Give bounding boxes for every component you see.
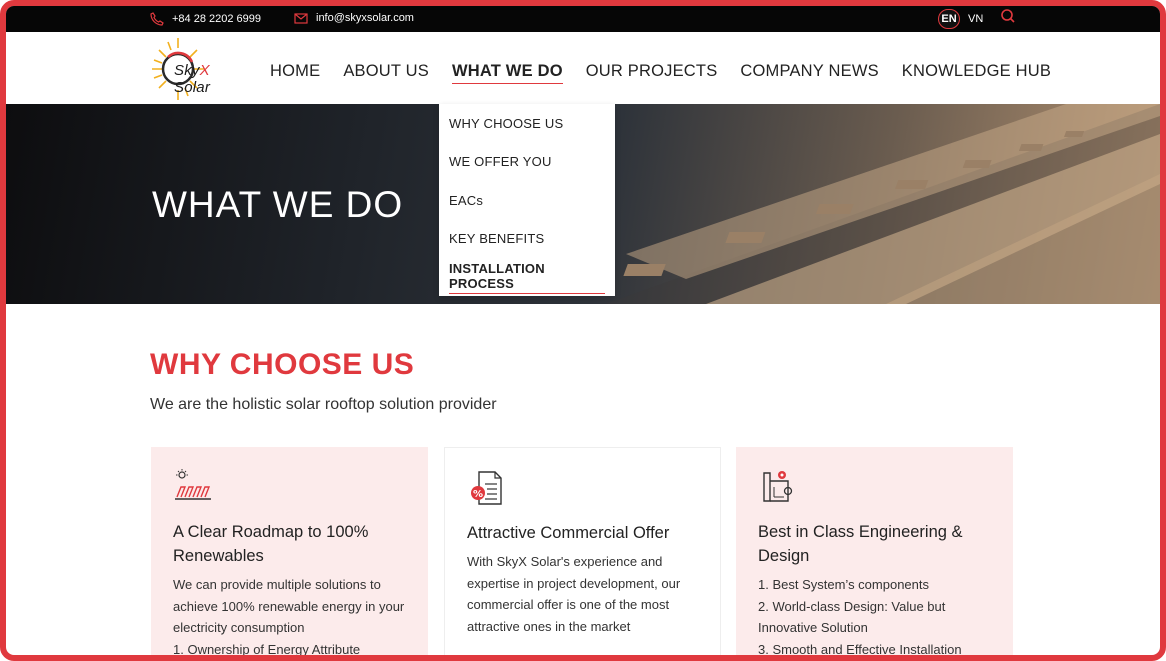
search-icon [1001,9,1015,23]
svg-text:%: % [473,489,483,500]
feature-card: A Clear Roadmap to 100% Renewables We ca… [151,447,428,658]
nav-item-about-us[interactable]: ABOUT US [343,62,429,84]
page-frame: +84 28 2202 6999 info@skyxsolar.com EN V… [0,0,1166,661]
phone-contact[interactable]: +84 28 2202 6999 [150,12,261,26]
section-title: WHY CHOOSE US [150,348,415,381]
card-title: Attractive Commercial Offer [467,524,670,542]
phone-icon [150,12,164,26]
lang-en-button[interactable]: EN [938,9,960,29]
card-body: 1. Best System’s components [758,577,930,592]
section-subtitle: We are the holistic solar rooftop soluti… [150,396,497,413]
dropdown-item-key-benefits[interactable]: KEY BENEFITS [449,220,605,259]
top-bar: +84 28 2202 6999 info@skyxsolar.com EN V… [6,6,1160,32]
main-nav: HOME ABOUT US WHAT WE DO OUR PROJECTS CO… [270,62,1051,84]
card-body-line: 3. Smooth and Effective Installation [758,642,962,658]
site-header: SkyX Solar HOME ABOUT US WHAT WE DO OUR … [6,32,1160,104]
lang-vn-button[interactable]: VN [968,13,983,25]
nav-item-home[interactable]: HOME [270,62,320,84]
nav-item-our-projects[interactable]: OUR PROJECTS [586,62,718,84]
card-title: Best in Class Engineering & Design [758,523,963,565]
card-body-line: 1. Ownership of Energy Attribute [173,642,361,658]
card-title: A Clear Roadmap to 100% Renewables [173,523,369,565]
card-body: With SkyX Solar's experience and experti… [467,554,681,635]
logo[interactable]: SkyX Solar [148,34,248,104]
solar-roadmap-icon [175,469,211,500]
what-we-do-dropdown: WHY CHOOSE US WE OFFER YOU EACs KEY BENE… [439,104,615,296]
card-body: We can provide multiple solutions to ach… [173,577,405,636]
email-address[interactable]: info@skyxsolar.com [316,12,414,24]
commercial-offer-icon: % [471,471,502,505]
language-switcher: EN VN [938,9,983,29]
mail-icon [294,13,308,24]
feature-card: Best in Class Engineering & Design 1. Be… [736,447,1013,658]
email-contact[interactable]: info@skyxsolar.com [294,12,414,24]
phone-number[interactable]: +84 28 2202 6999 [172,13,261,25]
feature-card: % Attractive Commercial Offer With SkyX … [444,447,721,655]
hero-title: WHAT WE DO [152,184,404,225]
dropdown-item-we-offer-you[interactable]: WE OFFER YOU [449,143,605,182]
nav-item-company-news[interactable]: COMPANY NEWS [740,62,878,84]
nav-item-what-we-do[interactable]: WHAT WE DO [451,62,563,84]
dropdown-item-why-choose-us[interactable]: WHY CHOOSE US [449,104,605,143]
engineering-design-icon [763,471,793,502]
card-body-line: 2. World-class Design: Value but Innovat… [758,598,946,636]
dropdown-item-installation-process[interactable]: INSTALLATION PROCESS [449,258,605,297]
search-button[interactable] [1000,8,1016,24]
dropdown-item-eacs[interactable]: EACs [449,181,605,220]
nav-item-knowledge-hub[interactable]: KNOWLEDGE HUB [902,62,1051,84]
logo-text: SkyX Solar [174,62,211,96]
